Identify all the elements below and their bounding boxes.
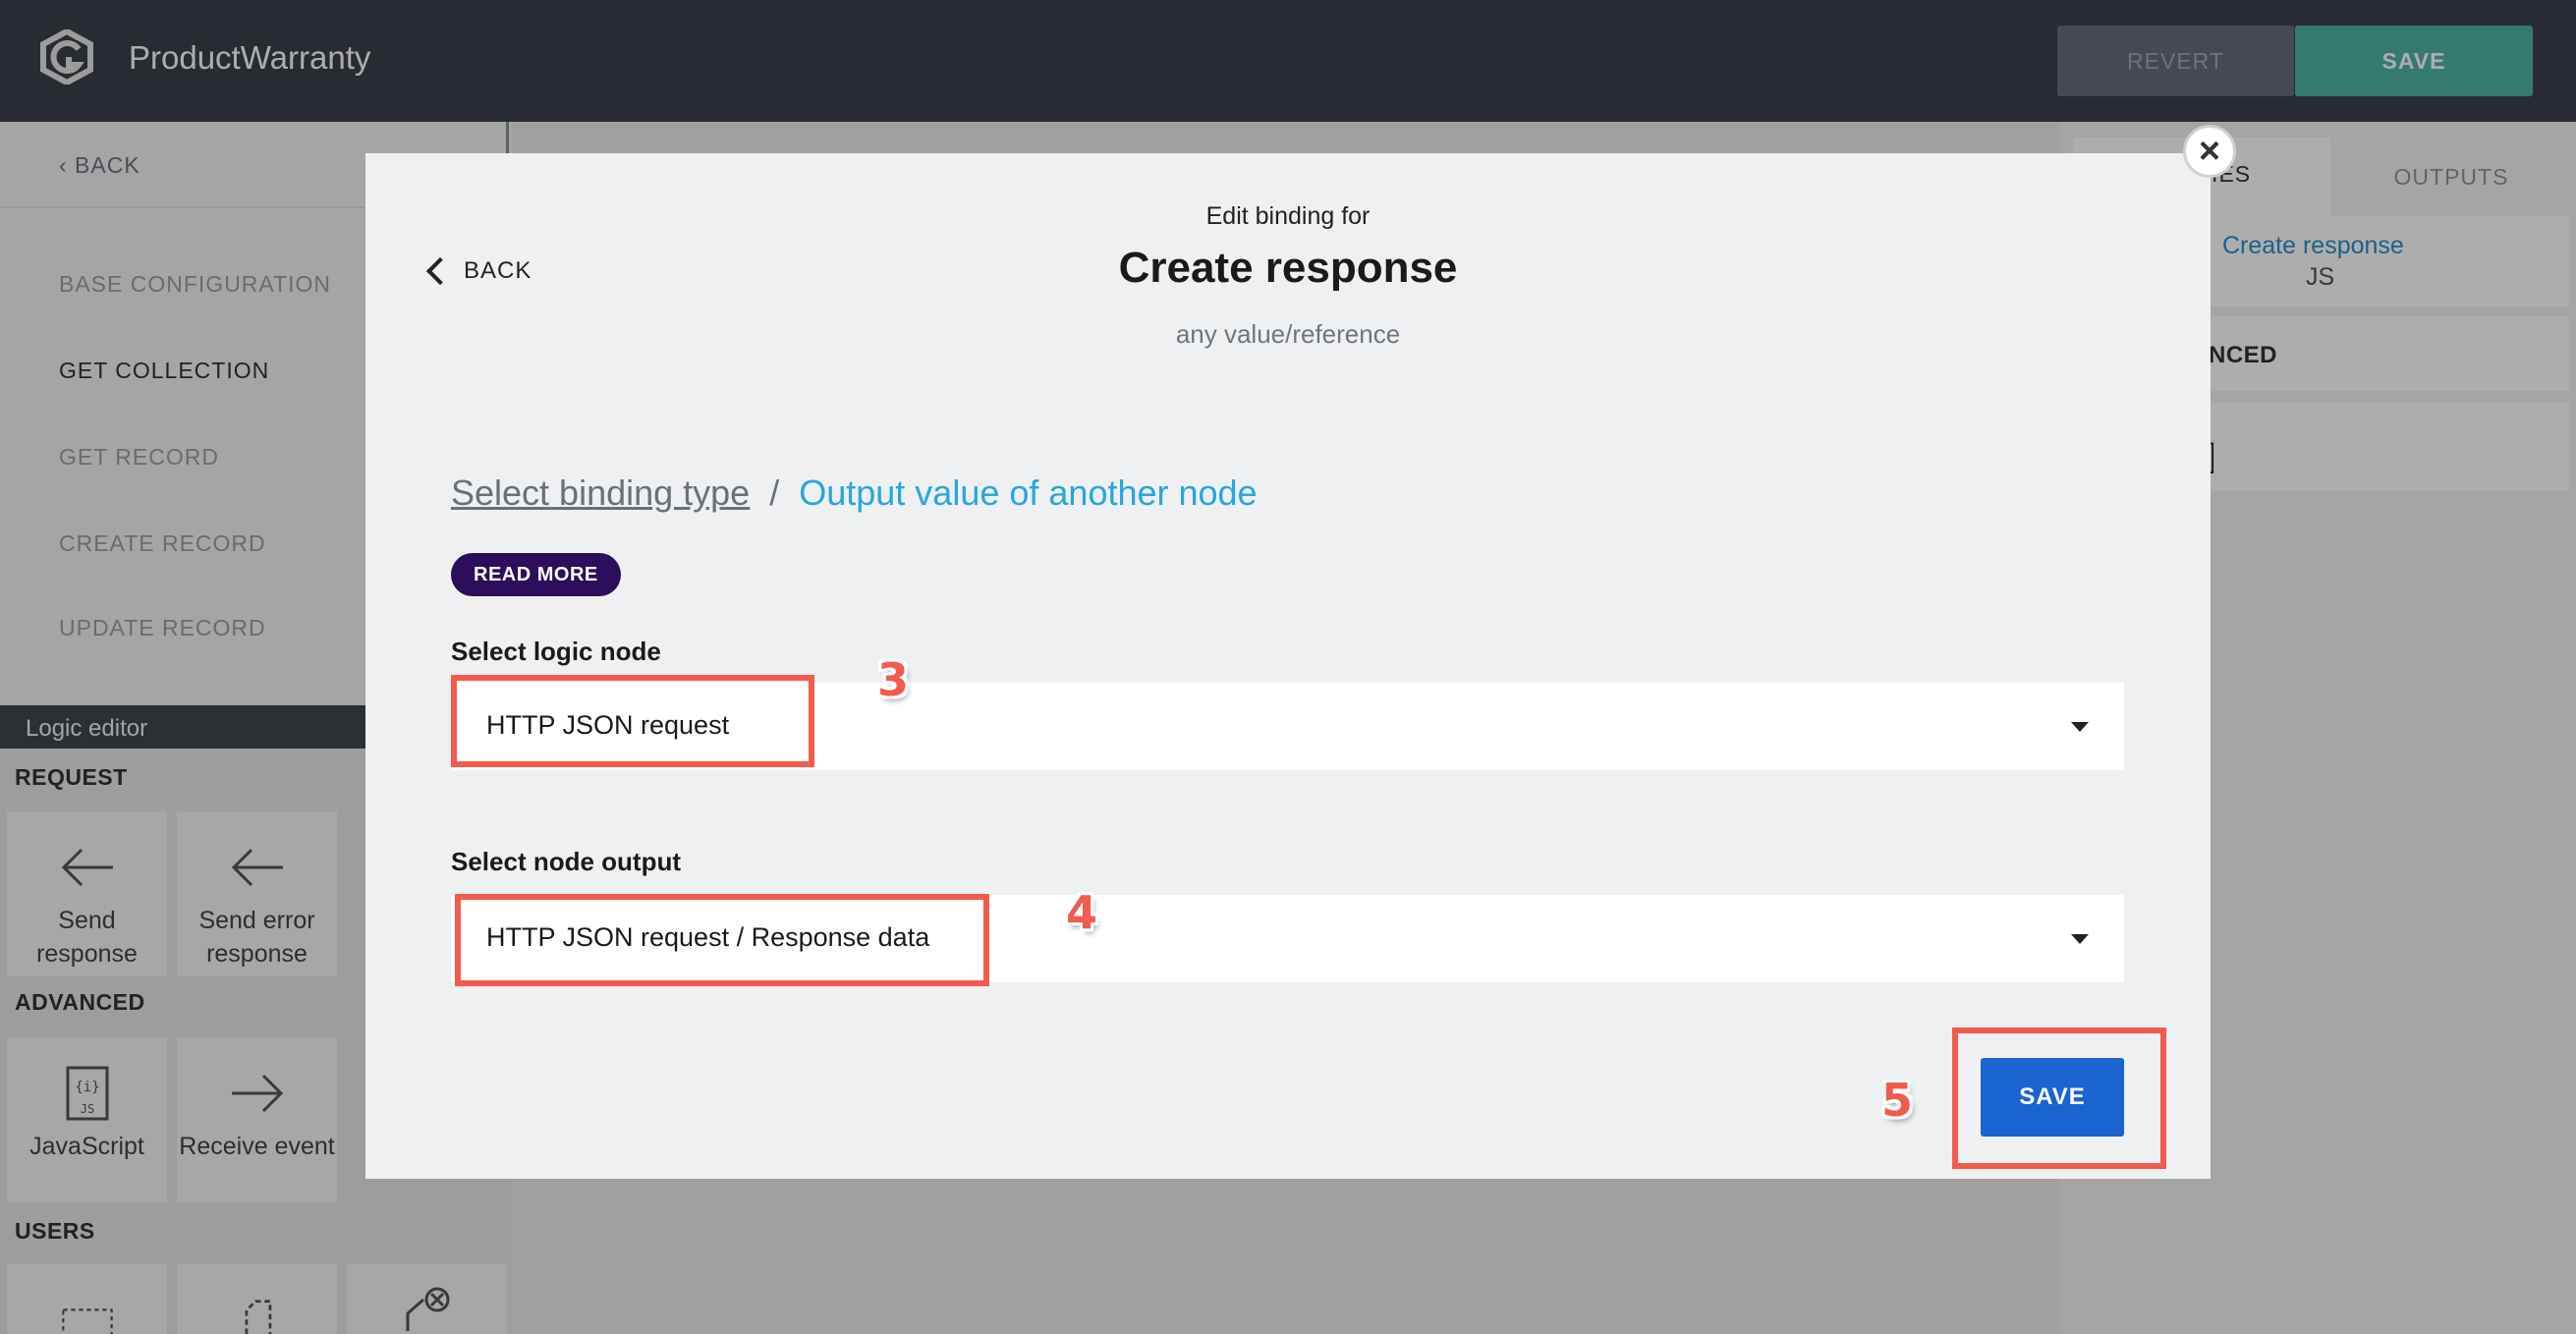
close-icon[interactable]: × [2183,125,2236,178]
breadcrumb-current: Output value of another node [799,472,1258,513]
step-4-marker: 4 [1066,886,1098,939]
caret-down-icon [2071,934,2089,944]
logic-node-label: Select logic node [451,637,661,666]
modal-title: Create response [1118,244,1458,292]
caret-down-icon [2071,722,2089,732]
modal-hint: any value/reference [1175,319,1401,349]
highlight-save [1952,1028,2166,1169]
modal-edit-label: Edit binding for [1205,202,1371,230]
breadcrumb-separator: / [769,472,780,513]
step-3-marker: 3 [877,653,910,706]
node-output-label: Select node output [451,847,681,876]
breadcrumb: Select binding type / Output value of an… [451,472,1258,514]
read-more-button[interactable]: READ MORE [451,553,621,596]
step-5-marker: 5 [1881,1074,1914,1127]
highlight-node-output [455,894,989,986]
breadcrumb-root-link[interactable]: Select binding type [451,472,750,514]
highlight-logic-node [451,675,814,767]
